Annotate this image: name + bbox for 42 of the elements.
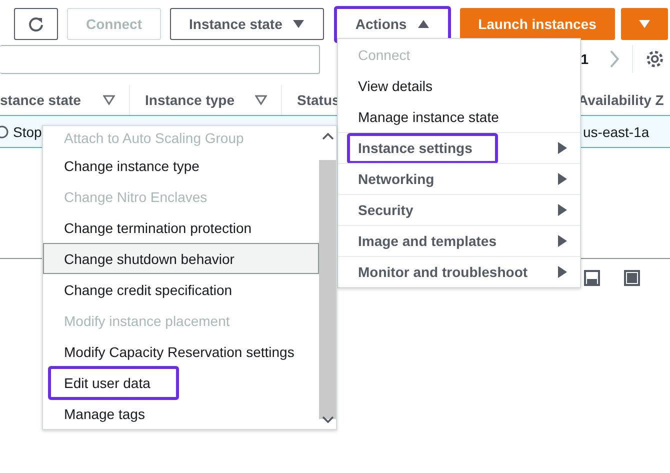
menu-item[interactable]: Networking (338, 163, 580, 194)
menu-item[interactable]: Security (338, 194, 580, 225)
page-number[interactable]: 1 (580, 51, 589, 67)
column-header[interactable]: Availability Z (578, 92, 664, 108)
scroll-up-icon[interactable] (322, 132, 334, 142)
status-icon (0, 124, 9, 138)
table-cell: Stop (13, 124, 42, 140)
panel-full-icon[interactable] (624, 270, 640, 286)
menu-item[interactable]: Edit user data (43, 367, 319, 398)
menu-item[interactable]: Change termination protection (43, 212, 319, 243)
table-cell: us-east-1a (583, 124, 650, 140)
caret-right-icon (557, 265, 568, 279)
caret-right-icon (557, 234, 568, 248)
caret-right-icon (557, 141, 568, 155)
panel-bottom-icon[interactable] (584, 270, 600, 286)
menu-item[interactable]: Change instance type (43, 150, 319, 181)
search-field[interactable] (0, 44, 320, 74)
caret-up-icon (416, 18, 430, 30)
caret-right-icon (557, 172, 568, 186)
scrollbar-thumb[interactable] (319, 160, 336, 419)
menu-item[interactable]: Monitor and troubleshoot (338, 256, 580, 287)
sort-icon[interactable] (255, 94, 267, 106)
settings-icon[interactable] (645, 49, 665, 69)
launch-options-button[interactable] (620, 8, 668, 40)
menu-item[interactable]: Change credit specification (43, 274, 319, 305)
sort-icon[interactable] (103, 94, 115, 106)
caret-right-icon (557, 203, 568, 217)
menu-item[interactable]: Manage tags (43, 398, 319, 429)
menu-item[interactable]: View details (338, 70, 580, 101)
menu-item[interactable]: Manage instance state (338, 101, 580, 132)
caret-down-icon (638, 18, 651, 30)
caret-down-icon (292, 18, 306, 30)
column-header[interactable]: stance state (0, 92, 81, 108)
refresh-icon (27, 15, 45, 33)
menu-item[interactable]: Instance settings (338, 132, 580, 163)
column-header[interactable]: Instance type (145, 92, 234, 108)
instance-state-button[interactable]: Instance state (170, 8, 324, 40)
refresh-button[interactable] (14, 8, 58, 40)
menu-item[interactable]: Image and templates (338, 225, 580, 256)
menu-item[interactable]: Modify Capacity Reservation settings (43, 336, 319, 367)
scroll-down-icon[interactable] (322, 415, 334, 425)
menu-item[interactable]: Change shutdown behavior (43, 243, 319, 274)
